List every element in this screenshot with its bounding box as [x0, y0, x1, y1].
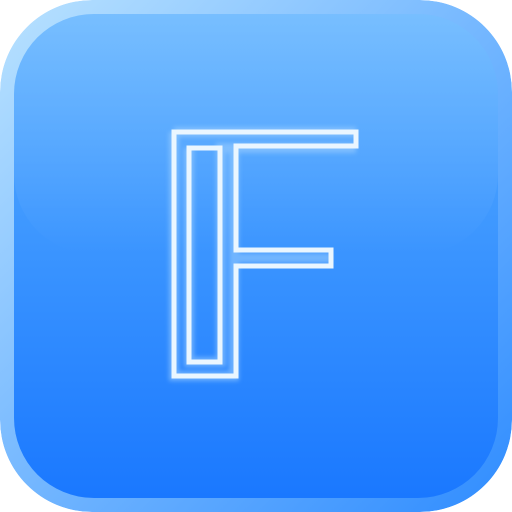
app-icon-container [0, 0, 512, 512]
app-icon[interactable] [0, 0, 512, 512]
f-letter-icon [0, 0, 512, 512]
